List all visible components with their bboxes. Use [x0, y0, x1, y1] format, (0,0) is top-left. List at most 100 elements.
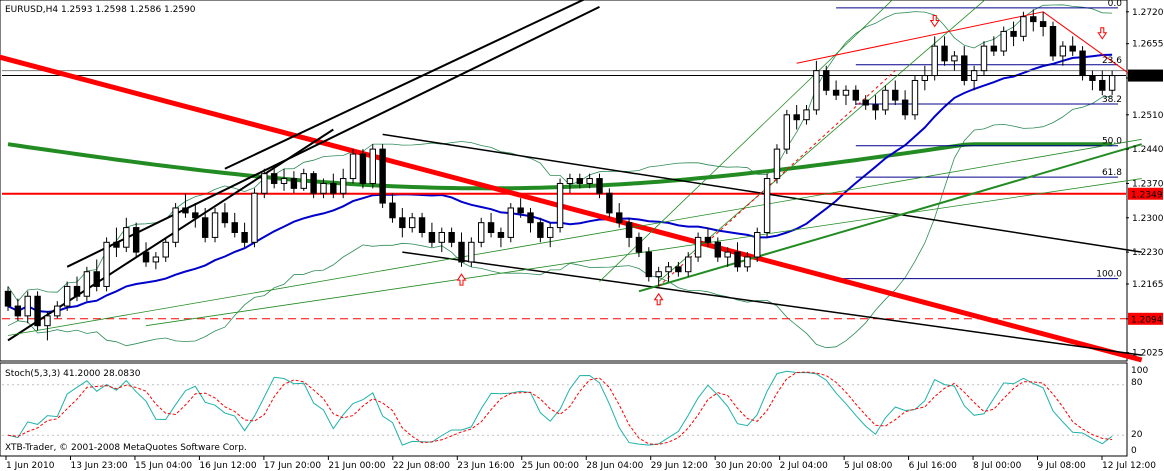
candle-body: [389, 202, 396, 219]
candle-body: [231, 222, 238, 233]
y-tick-label: 1.2230: [1132, 248, 1164, 258]
candle-body: [517, 207, 524, 214]
candle-body: [369, 148, 376, 184]
x-tick-label: 2 Jul 04:00: [780, 461, 829, 471]
candle-body: [645, 251, 653, 278]
candle-body: [73, 285, 81, 297]
x-tick-label: 5 Jul 08:00: [844, 461, 893, 471]
stoch-level-0: 0: [1131, 446, 1137, 456]
candle-body: [970, 70, 978, 81]
candle-body: [586, 178, 593, 184]
candle-body: [280, 178, 288, 184]
candle-body: [990, 45, 998, 52]
candle-body: [241, 231, 248, 243]
candle-body: [951, 55, 958, 62]
fib-label: 100.0: [1096, 270, 1122, 280]
candle-body: [714, 241, 722, 258]
candle-body: [1069, 45, 1076, 52]
x-tick-label: 13 Jun 23:00: [70, 461, 127, 471]
candle-body: [211, 212, 219, 238]
y-tick-label: 1.2025: [1132, 349, 1164, 359]
fib-label: 50.0: [1102, 137, 1122, 147]
candle-body: [1049, 26, 1057, 57]
candle-body: [734, 251, 741, 268]
candle-body: [547, 227, 554, 238]
candle-body: [1059, 45, 1067, 57]
candle-body: [458, 241, 465, 263]
candle-body: [537, 222, 544, 238]
candle-body: [300, 173, 307, 189]
x-tick-label: 30 Jun 20:00: [715, 461, 772, 471]
candle-body: [931, 45, 938, 77]
candle-body: [172, 207, 179, 243]
candle-body: [921, 75, 929, 81]
candle-body: [1099, 79, 1106, 91]
time-axis: 1 Jun 2010 13 Jun 23:00 15 Jun 04:00 16 Jun…: [5, 456, 1156, 471]
candle-body: [418, 217, 426, 233]
stoch-level-20: 20: [1131, 430, 1143, 440]
candle-body: [783, 114, 791, 150]
candle-body: [34, 295, 41, 327]
chart-canvas[interactable]: EURUSD,H4 1.2593 1.2598 1.2586 1.2590 St…: [0, 0, 1164, 471]
candle-body: [270, 173, 278, 184]
candle-body: [507, 207, 514, 238]
price-tag-label: 1.2094: [1131, 315, 1163, 325]
x-tick-label: 21 Jun 00:00: [328, 461, 385, 471]
candle-body: [221, 212, 229, 224]
candle-body: [310, 173, 317, 194]
y-tick-label: 1.2165: [1132, 280, 1164, 290]
x-tick-label: 29 Jun 12:00: [651, 461, 708, 471]
candle-body: [961, 55, 968, 81]
candle-body: [320, 182, 327, 194]
main-panel[interactable]: [0, 0, 1128, 362]
x-tick-label: 17 Jun 20:00: [264, 461, 321, 471]
stoch-level-80: 80: [1131, 378, 1143, 388]
candle-body: [941, 45, 948, 62]
fib-label: 38.2: [1102, 95, 1122, 105]
candle-body: [556, 182, 564, 229]
candle-body: [773, 148, 781, 180]
x-tick-label: 15 Jun 04:00: [135, 461, 192, 471]
candle-body: [142, 251, 150, 263]
candle-body: [616, 212, 623, 224]
candle-body: [872, 104, 879, 111]
chart-window: EURUSD,H4 1.2593 1.2598 1.2586 1.2590 St…: [0, 0, 1164, 471]
x-tick-label: 16 Jun 12:00: [199, 461, 256, 471]
candle-body: [1108, 75, 1116, 91]
candle-body: [1010, 30, 1017, 37]
stoch-title: Stoch(5,3,3) 41.2000 28.0830: [5, 369, 141, 379]
candle-body: [330, 182, 337, 194]
candle-body: [1000, 30, 1007, 52]
candle-body: [468, 241, 475, 263]
x-tick-label: 28 Jun 04:00: [586, 461, 643, 471]
candle-body: [14, 305, 22, 317]
x-tick-label: 25 Jun 00:00: [522, 461, 579, 471]
candle-body: [911, 79, 919, 116]
candle-body: [606, 192, 613, 214]
candle-body: [665, 266, 672, 273]
candle-body: [487, 222, 495, 233]
candle-body: [635, 236, 643, 253]
candle-body: [54, 305, 61, 317]
candle-body: [813, 70, 820, 111]
candle-body: [527, 212, 534, 224]
candle-body: [379, 148, 386, 204]
candle-body: [823, 70, 830, 91]
candle-body: [83, 271, 91, 297]
x-tick-label: 12 Jul 12:00: [1102, 461, 1156, 471]
x-tick-label: 8 Jul 00:00: [973, 461, 1022, 471]
candle-body: [113, 241, 120, 248]
candle-body: [251, 192, 258, 243]
candle-body: [63, 285, 71, 307]
candle-body: [763, 178, 771, 233]
candle-body: [694, 236, 702, 258]
candle-body: [497, 231, 505, 238]
candle-body: [685, 256, 692, 273]
candle-body: [655, 271, 662, 278]
candle-body: [349, 153, 357, 180]
y-tick-label: 1.2655: [1132, 40, 1164, 50]
price-axis: 1.27201.26551.25851.25101.24401.23701.23…: [1126, 8, 1164, 359]
candle-body: [1089, 75, 1096, 81]
candle-body: [93, 271, 100, 287]
candle-body: [1039, 21, 1047, 28]
